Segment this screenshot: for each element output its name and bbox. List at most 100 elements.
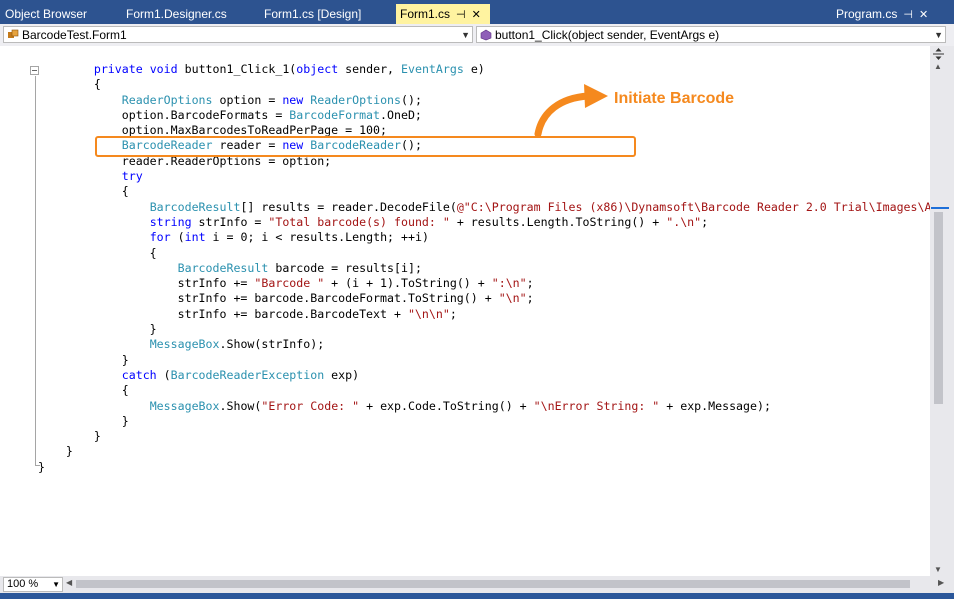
- code-token: "Error Code: ": [261, 398, 360, 413]
- code-line[interactable]: for (int i = 0; i < results.Length; ++i): [38, 230, 954, 245]
- code-line[interactable]: }: [38, 414, 954, 429]
- code-line[interactable]: strInfo += barcode.BarcodeFormat.ToStrin…: [38, 291, 954, 306]
- code-line[interactable]: BarcodeResult barcode = results[i];: [38, 261, 954, 276]
- code-line[interactable]: string strInfo = "Total barcode(s) found…: [38, 215, 954, 230]
- code-token: }: [38, 352, 129, 367]
- code-line[interactable]: try: [38, 169, 954, 184]
- splitter-icon[interactable]: [931, 47, 946, 61]
- code-token: BarcodeFormat: [289, 107, 381, 122]
- close-icon[interactable]: ✕: [919, 6, 928, 25]
- tab-form1-design[interactable]: Form1.cs [Design]: [264, 5, 361, 24]
- code-token: "\n": [498, 291, 527, 306]
- chevron-down-icon[interactable]: ▼: [934, 27, 943, 42]
- code-line[interactable]: }: [38, 460, 954, 475]
- code-line[interactable]: BarcodeResult[] results = reader.DecodeF…: [38, 200, 954, 215]
- outline-margin: [0, 46, 40, 576]
- close-icon[interactable]: ✕: [472, 5, 481, 25]
- code-token: ;: [526, 291, 534, 306]
- tab-form1-designer[interactable]: Form1.Designer.cs: [126, 5, 227, 24]
- code-line[interactable]: catch (BarcodeReaderException exp): [38, 368, 954, 383]
- chevron-down-icon[interactable]: ▼: [52, 578, 60, 591]
- outline-line: [35, 76, 36, 466]
- code-token: BarcodeResult: [177, 260, 269, 275]
- navigation-bar: BarcodeTest.Form1 ▼ button1_Click(object…: [0, 24, 954, 47]
- horizontal-scroll-thumb[interactable]: [76, 580, 910, 588]
- code-line[interactable]: strInfo += barcode.BarcodeText + "\n\n";: [38, 307, 954, 322]
- code-token: }: [38, 322, 157, 337]
- code-token: }: [38, 444, 73, 459]
- code-line[interactable]: }: [38, 322, 954, 337]
- class-combo[interactable]: BarcodeTest.Form1 ▼: [3, 26, 473, 43]
- code-token: {: [38, 383, 129, 398]
- code-line[interactable]: {: [38, 383, 954, 398]
- code-token: (: [170, 230, 185, 245]
- code-token: option =: [212, 92, 283, 107]
- tab-object-browser[interactable]: Object Browser: [5, 5, 87, 24]
- code-line[interactable]: }: [38, 429, 954, 444]
- code-token: }: [38, 413, 129, 428]
- scroll-position-marker: [931, 207, 949, 209]
- code-token: }: [38, 429, 101, 444]
- code-token: catch: [121, 367, 157, 382]
- code-line[interactable]: MessageBox.Show(strInfo);: [38, 337, 954, 352]
- code-token: + results.Length.ToString() +: [449, 214, 667, 229]
- scroll-right-icon[interactable]: ▶: [938, 578, 944, 587]
- curved-arrow-icon: [534, 84, 608, 138]
- tab-program-cs[interactable]: Program.cs ⊣ ✕: [836, 5, 928, 24]
- scroll-down-icon[interactable]: ▼: [934, 565, 942, 574]
- scroll-up-icon[interactable]: ▲: [934, 62, 942, 71]
- code-line[interactable]: MessageBox.Show("Error Code: " + exp.Cod…: [38, 399, 954, 414]
- code-token: (: [156, 367, 171, 382]
- code-line[interactable]: option.BarcodeFormats = BarcodeFormat.On…: [38, 108, 954, 123]
- code-token: exp): [324, 367, 360, 382]
- vertical-scroll-thumb[interactable]: [934, 212, 943, 404]
- tab-form1-cs[interactable]: Form1.cs ⊣ ✕: [396, 4, 490, 24]
- code-token: sender,: [338, 62, 402, 76]
- class-icon: [8, 29, 19, 38]
- code-token: MessageBox: [149, 337, 220, 352]
- code-token: + exp.Code.ToString() +: [359, 398, 534, 413]
- zoom-combo[interactable]: 100 % ▼: [3, 577, 63, 592]
- pin-icon[interactable]: ⊣: [903, 6, 913, 25]
- code-token: BarcodeReaderException: [170, 367, 325, 382]
- code-token: new: [282, 92, 304, 107]
- highlight-box: [95, 136, 636, 157]
- pin-icon[interactable]: ⊣: [456, 5, 466, 25]
- code-text[interactable]: private void button1_Click_1(object send…: [38, 62, 954, 475]
- code-token: string: [149, 214, 192, 229]
- code-token: .Show(strInfo);: [219, 337, 325, 352]
- member-combo[interactable]: button1_Click(object sender, EventArgs e…: [476, 26, 946, 43]
- code-token: ;: [526, 276, 534, 291]
- chevron-down-icon[interactable]: ▼: [461, 27, 470, 42]
- code-token: try: [121, 169, 143, 184]
- code-line[interactable]: }: [38, 353, 954, 368]
- code-line[interactable]: private void button1_Click_1(object send…: [38, 62, 954, 77]
- code-line[interactable]: {: [38, 246, 954, 261]
- code-line[interactable]: }: [38, 444, 954, 459]
- code-token: ReaderOptions: [121, 92, 213, 107]
- code-token: }: [38, 459, 45, 474]
- code-token: .OneD;: [380, 107, 422, 122]
- code-token: [] results = reader.DecodeFile(: [240, 199, 457, 214]
- code-token: "Barcode ": [254, 276, 325, 291]
- code-token: EventArgs: [401, 62, 464, 76]
- code-line[interactable]: {: [38, 184, 954, 199]
- code-line[interactable]: strInfo += "Barcode " + (i + 1).ToString…: [38, 276, 954, 291]
- code-line[interactable]: {: [38, 77, 954, 92]
- code-token: "Total barcode(s) found: ": [268, 214, 450, 229]
- code-token: barcode = results[i];: [268, 260, 422, 275]
- code-token: strInfo +=: [38, 276, 255, 291]
- scroll-left-icon[interactable]: ◀: [66, 578, 72, 587]
- status-strip: [0, 593, 954, 599]
- code-token: {: [38, 77, 101, 92]
- code-token: ;: [701, 214, 709, 229]
- code-token: ".\n": [666, 214, 702, 229]
- annotation-label: Initiate Barcode: [614, 90, 735, 107]
- code-line[interactable]: ReaderOptions option = new ReaderOptions…: [38, 93, 954, 108]
